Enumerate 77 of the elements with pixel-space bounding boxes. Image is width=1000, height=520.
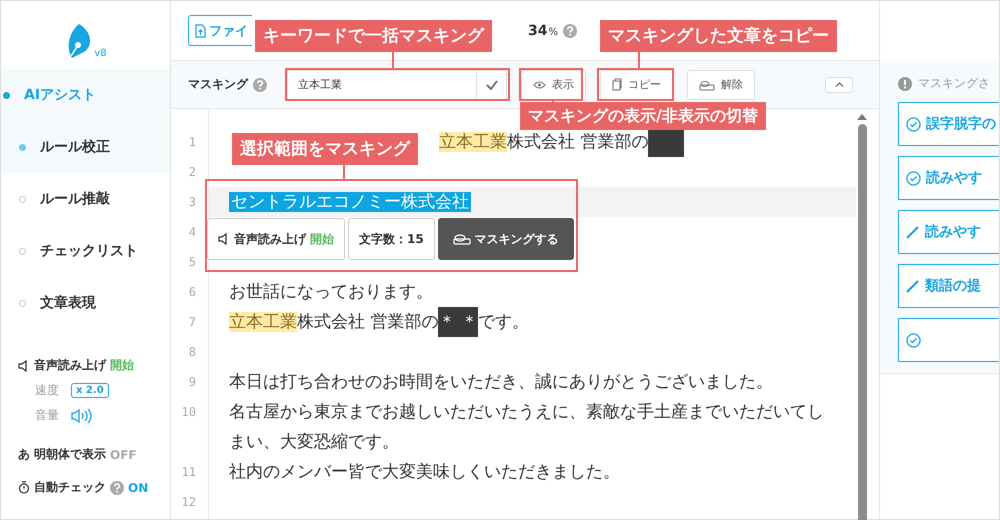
file-upload-icon <box>195 24 206 38</box>
sidebar-item[interactable]: ルール推敲 <box>1 173 170 225</box>
help-icon <box>110 480 124 494</box>
text-run: 社内のメンバー皆で大変美味しくいただきました。 <box>229 462 620 482</box>
sidebar-item[interactable]: ルール校正 <box>1 121 170 173</box>
score-unit: % <box>548 26 558 38</box>
text-run: です。 <box>478 312 529 332</box>
line-number: 7 <box>188 314 197 331</box>
annotation-label: マスキングした文章をコピー <box>600 20 837 52</box>
check-icon <box>486 80 498 90</box>
sidebar-item[interactable]: 文章表現 <box>1 277 170 329</box>
chevron-up-icon <box>834 82 844 87</box>
annotation-label: マスキングの表示/非表示の切替 <box>520 102 766 130</box>
masked-text: ＊ ＊ <box>438 307 478 337</box>
speed-label: 速度 <box>35 382 59 399</box>
help-icon <box>253 78 267 92</box>
collapse-button[interactable] <box>825 76 853 92</box>
keyword-highlight: 立本工業 <box>229 312 297 332</box>
annotation-label: キーワードで一括マスキング <box>255 20 492 52</box>
line-number: 12 <box>180 494 197 511</box>
check-circle-icon <box>906 332 921 348</box>
notice-text: マスキングさ <box>918 75 990 92</box>
keyword-highlight: 立本工業 <box>439 132 507 152</box>
text-run: 本日は打ち合わせのお時間をいただき、誠にありがとうございました。 <box>229 372 773 392</box>
font-glyph: あ <box>18 446 30 463</box>
unmask-button[interactable]: 解除 <box>687 70 755 100</box>
text-run: 株式会社 営業部の <box>507 132 648 152</box>
copy-button[interactable]: コピー <box>600 70 673 100</box>
leader-line <box>392 52 394 68</box>
pen-icon <box>906 225 920 239</box>
tape-icon <box>452 233 471 245</box>
volume-icon[interactable] <box>71 408 93 424</box>
sidebar-item[interactable]: チェックリスト <box>1 225 170 277</box>
volume-label: 音量 <box>35 407 59 424</box>
line-number: 11 <box>180 464 197 481</box>
apply-button[interactable] <box>477 70 507 100</box>
scrollbar-thumb[interactable] <box>858 124 866 520</box>
auto-check-label: 自動チェック <box>34 479 106 496</box>
assist-card[interactable] <box>898 318 999 362</box>
tape-icon <box>699 78 715 90</box>
eye-icon <box>533 80 546 89</box>
speech-label: 音声読み上げ <box>34 357 106 374</box>
masked-text <box>648 127 684 157</box>
line-number: 10 <box>180 404 197 421</box>
score-value: 34 <box>528 22 548 38</box>
scroll-up-icon <box>857 113 867 120</box>
mask-selection-button[interactable]: マスキングする <box>438 218 574 260</box>
copy-icon <box>612 78 622 91</box>
version-label: v8 <box>94 48 107 59</box>
stopwatch-icon <box>18 481 30 494</box>
pen-icon <box>906 279 920 293</box>
check-circle-icon <box>906 170 921 186</box>
text-run: 名古屋から東京までお越しいただいたうえに、素敵な手土産までいただいてしまい、大変恐縮です。 <box>229 402 824 452</box>
line-number: 1 <box>188 134 197 151</box>
text-run: お世話になっております。 <box>229 282 433 302</box>
line-number: 5 <box>188 254 197 271</box>
read-aloud-button[interactable]: 音声読み上げ 開始 <box>207 218 345 260</box>
masking-label: マスキング <box>188 76 248 93</box>
line-number: 9 <box>188 374 197 391</box>
help-icon <box>563 24 577 38</box>
line-number: 8 <box>188 344 197 361</box>
highlight-frame <box>519 68 583 101</box>
line-number: 6 <box>188 284 197 301</box>
text-run: 株式会社 営業部の <box>297 312 438 332</box>
leader-line <box>638 52 640 68</box>
character-count: 文字数：15 <box>348 218 435 260</box>
line-number: 2 <box>188 164 197 181</box>
alert-icon <box>898 76 912 90</box>
show-toggle-button[interactable]: 表示 <box>521 70 586 100</box>
line-number: 4 <box>188 224 197 241</box>
mincho-label: 明朝体で表示 <box>34 446 106 463</box>
selected-text: セントラルエコノミー株式会社 <box>229 192 471 212</box>
check-circle-icon <box>906 116 921 132</box>
line-number: 3 <box>188 194 197 211</box>
keyword-field[interactable]: 立本工業 <box>287 70 477 100</box>
annotation-label: 選択範囲をマスキング <box>232 133 418 165</box>
leader-line <box>343 163 345 179</box>
